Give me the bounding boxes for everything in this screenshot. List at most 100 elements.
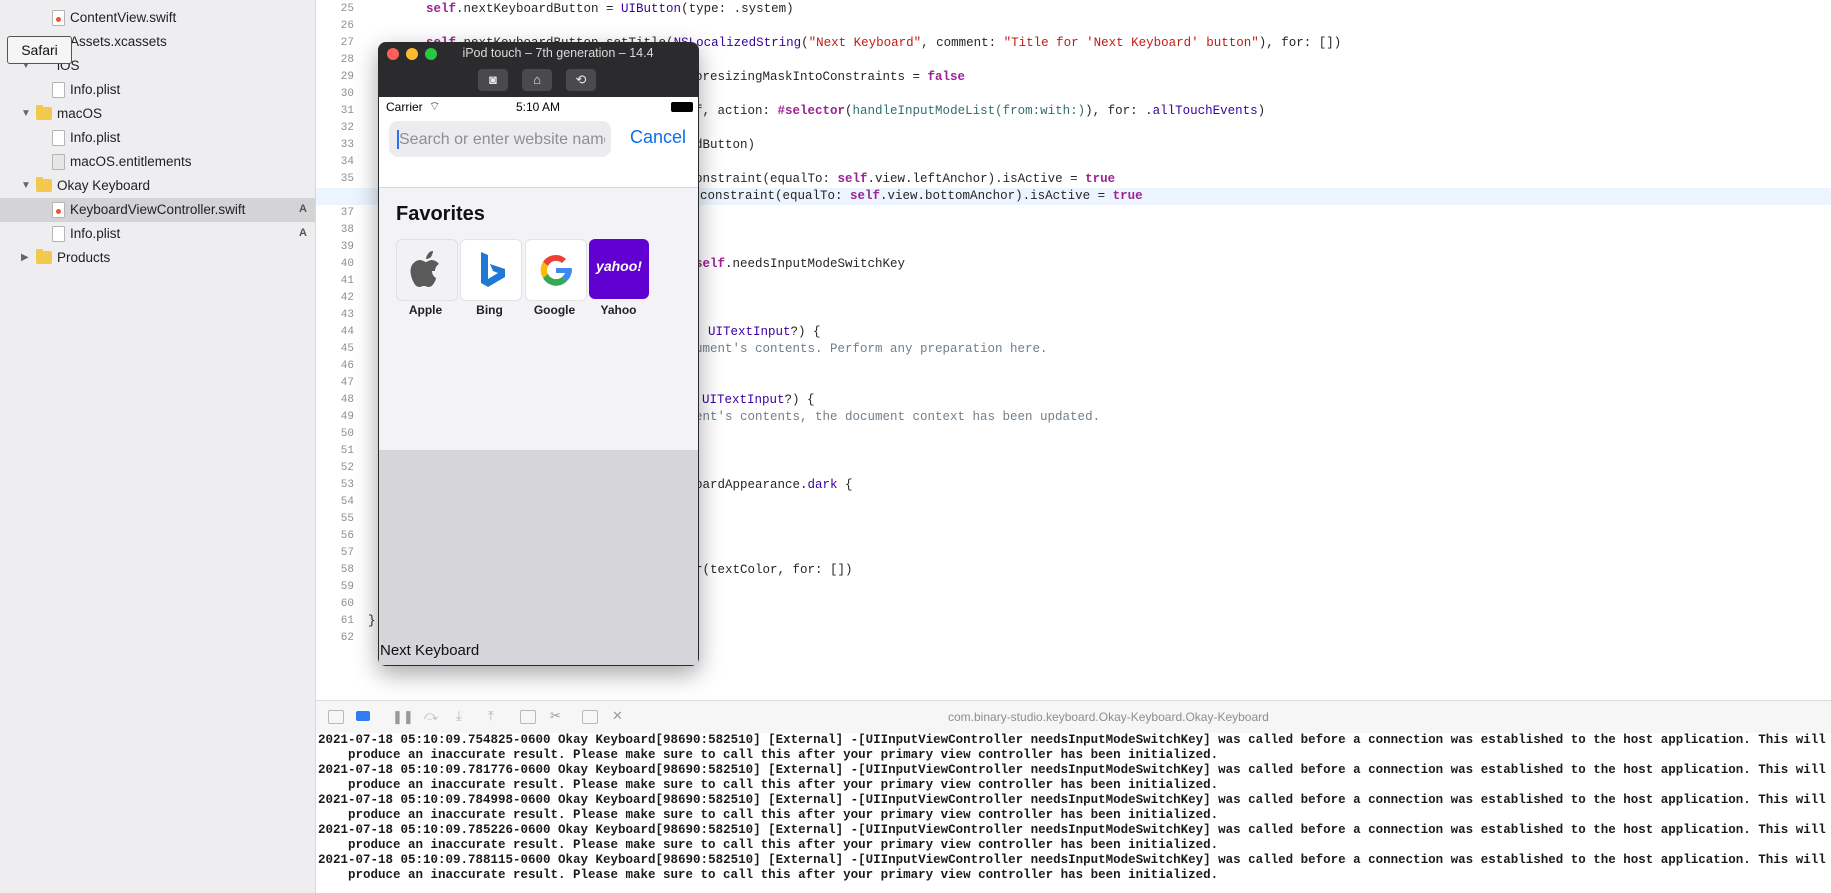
console-line: produce an inaccurate result. Please mak…: [348, 868, 1219, 882]
nav-item-label: Products: [57, 250, 111, 265]
nav-item-macos-folder[interactable]: ▼ macOS: [0, 102, 315, 126]
console-line: produce an inaccurate result. Please mak…: [348, 778, 1219, 792]
step-over-icon[interactable]: ⤼: [424, 708, 438, 724]
line-number[interactable]: 57: [316, 545, 354, 562]
step-into-icon[interactable]: ⤓: [456, 708, 462, 724]
simulator-window[interactable]: iPod touch – 7th generation – 14.4 ◙ ⌂ ⟲…: [378, 42, 699, 666]
line-number[interactable]: 37: [316, 205, 354, 222]
disclosure-open-icon[interactable]: ▼: [21, 108, 31, 119]
line-number[interactable]: 55: [316, 511, 354, 528]
nav-item-keyboardviewcontroller[interactable]: KeyboardViewController.swift A: [0, 198, 315, 222]
code-line[interactable]: self.nextKeyboardButton = UIButton(type:…: [316, 1, 1831, 18]
line-number[interactable]: 28: [316, 52, 354, 69]
view-hierarchy-icon[interactable]: [520, 710, 536, 724]
line-number[interactable]: 59: [316, 579, 354, 596]
google-logo-icon: [540, 254, 572, 286]
yahoo-logo-icon: yahoo!: [596, 258, 642, 274]
hide-debug-area-icon[interactable]: [328, 710, 344, 724]
line-number[interactable]: 42: [316, 290, 354, 307]
nav-item-label: macOS: [57, 106, 103, 121]
text-caret: [397, 130, 399, 149]
nav-item-label: ContentView.swift: [70, 10, 177, 25]
project-navigator: ContentView.swift Assets.xcassets ▼ iOS …: [0, 0, 316, 893]
favorite-bing[interactable]: [460, 239, 522, 301]
cancel-button[interactable]: Cancel: [630, 127, 686, 148]
minimize-window-button[interactable]: [406, 48, 418, 60]
process-label[interactable]: com.binary-studio.keyboard.Okay-Keyboard…: [948, 710, 1269, 724]
nav-item-ios-info[interactable]: Info.plist: [0, 78, 315, 102]
bing-logo-icon: [481, 252, 505, 287]
disclosure-open-icon[interactable]: ▼: [21, 180, 31, 191]
home-icon: ⌂: [533, 72, 541, 87]
line-number[interactable]: 32: [316, 120, 354, 137]
line-number[interactable]: 51: [316, 443, 354, 460]
address-field[interactable]: [389, 121, 611, 157]
line-number[interactable]: 46: [316, 358, 354, 375]
scheme-tools-icon: ✕: [612, 708, 623, 723]
pause-icon[interactable]: ❚❚: [392, 709, 414, 725]
folder-icon: [36, 105, 52, 120]
nav-item-label: Info.plist: [70, 82, 121, 97]
swift-file-icon: [52, 202, 65, 218]
console-line: produce an inaccurate result. Please mak…: [348, 808, 1219, 822]
line-number[interactable]: 50: [316, 426, 354, 443]
console-line: 2021-07-18 05:10:09.788115-0600 Okay Key…: [318, 853, 1826, 867]
swift-file-icon: [52, 10, 65, 26]
rotate-button[interactable]: ⟲: [566, 69, 596, 91]
line-number[interactable]: 47: [316, 375, 354, 392]
console-line: 2021-07-18 05:10:09.785226-0600 Okay Key…: [318, 823, 1826, 837]
line-number[interactable]: 39: [316, 239, 354, 256]
line-number[interactable]: 34: [316, 154, 354, 171]
address-input[interactable]: [397, 127, 607, 153]
scm-status-badge: A: [299, 227, 307, 239]
custom-keyboard-area[interactable]: [379, 450, 698, 665]
line-number[interactable]: 56: [316, 528, 354, 545]
line-number[interactable]: 30: [316, 86, 354, 103]
console-line: 2021-07-18 05:10:09.754825-0600 Okay Key…: [318, 733, 1826, 747]
plist-file-icon: [52, 82, 65, 98]
favorite-yahoo[interactable]: yahoo!: [589, 239, 649, 299]
nav-item-okay-keyboard-folder[interactable]: ▼ Okay Keyboard: [0, 174, 315, 198]
device-screen[interactable]: Carrier ⌔ 5:10 AM Cancel Favorites: [379, 97, 698, 665]
nav-item-macos-info[interactable]: Info.plist: [0, 126, 315, 150]
nav-item-contentview[interactable]: ContentView.swift: [0, 6, 315, 30]
entitlements-file-icon: [52, 154, 65, 170]
close-window-button[interactable]: [387, 48, 399, 60]
favorites-heading: Favorites: [396, 203, 485, 225]
nav-item-keyboard-info[interactable]: Info.plist A: [0, 222, 315, 246]
line-number[interactable]: 62: [316, 630, 354, 647]
line-number[interactable]: 52: [316, 460, 354, 477]
line-number[interactable]: 43: [316, 307, 354, 324]
environment-overrides-icon[interactable]: [582, 710, 598, 724]
favorite-google[interactable]: [525, 239, 587, 301]
home-button[interactable]: ⌂: [522, 69, 552, 91]
nav-item-label: Info.plist: [70, 226, 121, 241]
line-number[interactable]: 54: [316, 494, 354, 511]
nav-item-label: Assets.xcassets: [70, 34, 167, 49]
line-number[interactable]: 38: [316, 222, 354, 239]
plist-file-icon: [52, 130, 65, 146]
console-line: 2021-07-18 05:10:09.781776-0600 Okay Key…: [318, 763, 1826, 777]
console-line: produce an inaccurate result. Please mak…: [348, 748, 1219, 762]
favorite-label: Bing: [476, 303, 503, 317]
screenshot-button[interactable]: ◙: [478, 69, 508, 91]
nav-item-entitlements[interactable]: macOS.entitlements: [0, 150, 315, 174]
disclosure-closed-icon[interactable]: ▶: [21, 252, 29, 263]
status-bar: Carrier ⌔ 5:10 AM: [379, 97, 698, 117]
line-number[interactable]: 41: [316, 273, 354, 290]
next-keyboard-button[interactable]: Next Keyboard: [380, 642, 479, 659]
step-out-icon[interactable]: ⤒: [488, 708, 494, 724]
favorite-apple[interactable]: [396, 239, 458, 301]
debug-console[interactable]: 2021-07-18 05:10:09.754825-0600 Okay Key…: [316, 733, 1831, 893]
breakpoints-toggle-icon[interactable]: [356, 711, 370, 721]
folder-icon: [36, 177, 52, 192]
console-line: produce an inaccurate result. Please mak…: [348, 838, 1219, 852]
carrier-label: Carrier: [386, 100, 423, 114]
app-name-tooltip: Safari: [7, 36, 72, 64]
memory-graph-icon[interactable]: ✂: [550, 708, 561, 724]
status-time: 5:10 AM: [516, 100, 561, 114]
line-number[interactable]: 26: [316, 18, 354, 35]
nav-item-products-folder[interactable]: ▶ Products: [0, 246, 315, 270]
line-number[interactable]: 60: [316, 596, 354, 613]
wifi-icon: ⌔: [429, 99, 441, 113]
